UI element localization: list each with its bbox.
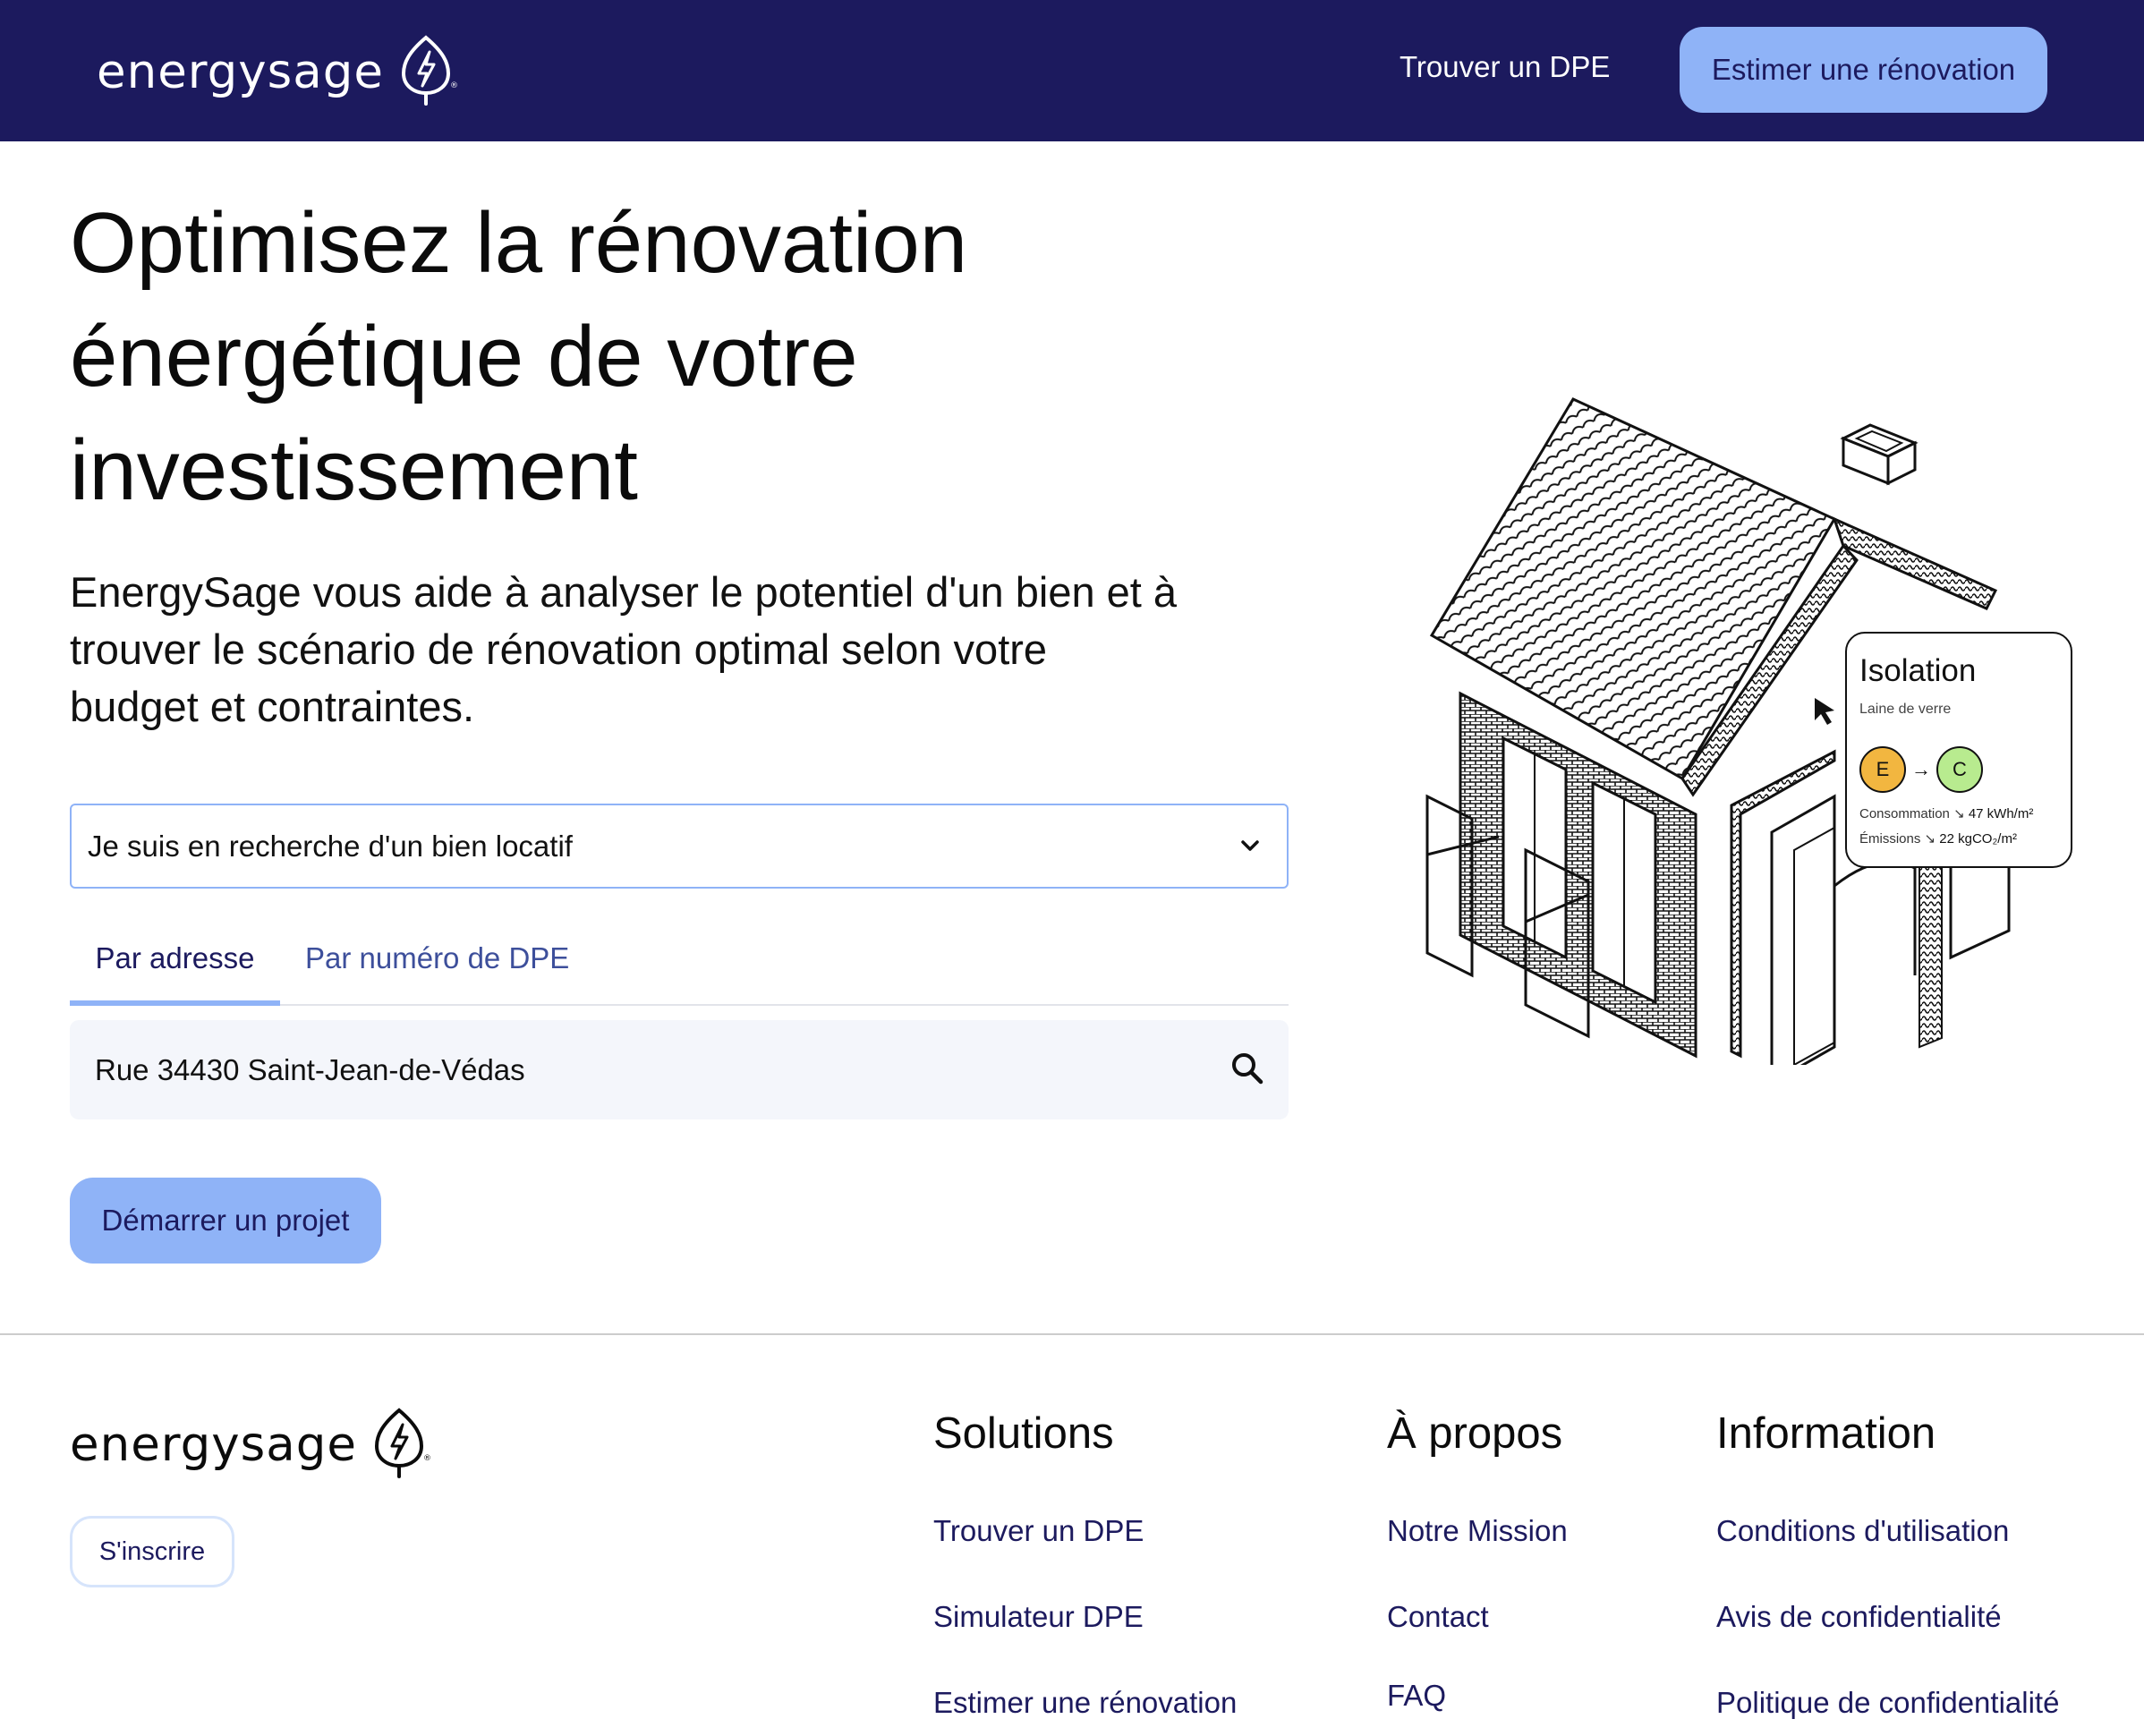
svg-text:®: ®: [423, 1454, 431, 1463]
energy-class-to: C: [1936, 746, 1983, 793]
search-purpose-select[interactable]: Je suis en recherche d'un bien locatif: [70, 804, 1289, 889]
header-logo[interactable]: energysage ®: [97, 34, 459, 110]
footer-link-avis-confidentialite[interactable]: Avis de confidentialité: [1716, 1600, 2002, 1634]
footer-divider: [0, 1333, 2144, 1335]
emissions-line: Émissions ↘ 22 kgCO₂/m²: [1859, 830, 2071, 847]
svg-text:®: ®: [450, 81, 458, 90]
card-title: Isolation: [1859, 653, 1977, 688]
footer-column-solutions: Solutions Trouver un DPE Simulateur DPE …: [933, 1408, 1237, 1719]
nav-find-dpe-link[interactable]: Trouver un DPE: [1400, 50, 1610, 84]
energy-class-from: E: [1859, 746, 1906, 793]
hero-subtitle: EnergySage vous aide à analyser le poten…: [70, 564, 1305, 736]
hero-title-line: Optimisez la rénovation: [70, 195, 968, 291]
footer-logo[interactable]: energysage ®: [70, 1407, 432, 1483]
footer-column-title: Information: [1716, 1409, 1936, 1458]
energy-class-change: E → C: [1859, 746, 2071, 793]
leaf-bolt-icon: ®: [396, 34, 459, 110]
tab-by-address[interactable]: Par adresse: [70, 941, 280, 1006]
tab-by-dpe-number[interactable]: Par numéro de DPE: [305, 941, 569, 1006]
start-project-button[interactable]: Démarrer un projet: [70, 1178, 381, 1264]
footer-column-title: Solutions: [933, 1409, 1114, 1458]
leaf-bolt-icon: ®: [370, 1407, 432, 1483]
consumption-value: 47 kWh/m²: [1968, 806, 2034, 821]
emissions-label: Émissions: [1859, 831, 1921, 847]
consumption-label: Consommation: [1859, 806, 1950, 821]
chevron-down-icon: [1235, 830, 1265, 868]
card-subtitle: Laine de verre: [1859, 702, 1952, 717]
hero-subtitle-line: trouver le scénario de rénovation optima…: [70, 625, 1048, 673]
hero-title: Optimisez la rénovation énergétique de v…: [70, 186, 1144, 527]
insulation-card: Isolation Laine de verre E → C Consommat…: [1845, 632, 2072, 868]
footer-link-politique-confidentialite[interactable]: Politique de confidentialité: [1716, 1686, 2059, 1720]
estimate-renovation-button[interactable]: Estimer une rénovation: [1680, 27, 2047, 113]
footer-link-trouver-dpe[interactable]: Trouver un DPE: [933, 1514, 1144, 1548]
address-search-input[interactable]: Rue 34430 Saint-Jean-de-Védas: [70, 1020, 1289, 1119]
footer-link-notre-mission[interactable]: Notre Mission: [1387, 1514, 1568, 1548]
top-navbar: energysage ® Trouver un DPE Estimer une …: [0, 0, 2144, 141]
hero-subtitle-line: EnergySage vous aide à analyser le poten…: [70, 568, 1178, 616]
consumption-line: Consommation ↘ 47 kWh/m²: [1859, 805, 2071, 821]
footer-link-simulateur-dpe[interactable]: Simulateur DPE: [933, 1600, 1144, 1634]
logo-wordmark: energysage: [97, 45, 385, 99]
emissions-value: 22 kgCO₂/m²: [1939, 831, 2017, 847]
footer-column-title: À propos: [1387, 1409, 1563, 1458]
address-search-value: Rue 34430 Saint-Jean-de-Védas: [95, 1052, 525, 1086]
arrow-right-icon: →: [1911, 758, 1931, 780]
hero-subtitle-line: budget et contraintes.: [70, 683, 475, 730]
signup-button[interactable]: S'inscrire: [70, 1516, 234, 1587]
hero-title-line: énergétique de votre: [70, 309, 858, 404]
footer-link-faq[interactable]: FAQ: [1387, 1679, 1446, 1713]
arrow-down-right-icon: ↘: [1953, 806, 1965, 821]
logo-wordmark: energysage: [70, 1417, 358, 1472]
arrow-down-right-icon: ↘: [1924, 831, 1936, 847]
hero-title-line: investissement: [70, 422, 638, 518]
footer-link-estimer-renovation[interactable]: Estimer une rénovation: [933, 1686, 1237, 1720]
footer-column-information: Information Conditions d'utilisation Avi…: [1716, 1408, 2059, 1719]
search-mode-tabs: Par adresse Par numéro de DPE: [70, 931, 1289, 1006]
select-value: Je suis en recherche d'un bien locatif: [88, 829, 573, 863]
search-icon[interactable]: [1229, 1051, 1265, 1094]
footer-column-a-propos: À propos Notre Mission Contact FAQ: [1387, 1408, 1568, 1712]
footer-link-contact[interactable]: Contact: [1387, 1600, 1489, 1634]
footer-link-conditions[interactable]: Conditions d'utilisation: [1716, 1514, 2009, 1548]
